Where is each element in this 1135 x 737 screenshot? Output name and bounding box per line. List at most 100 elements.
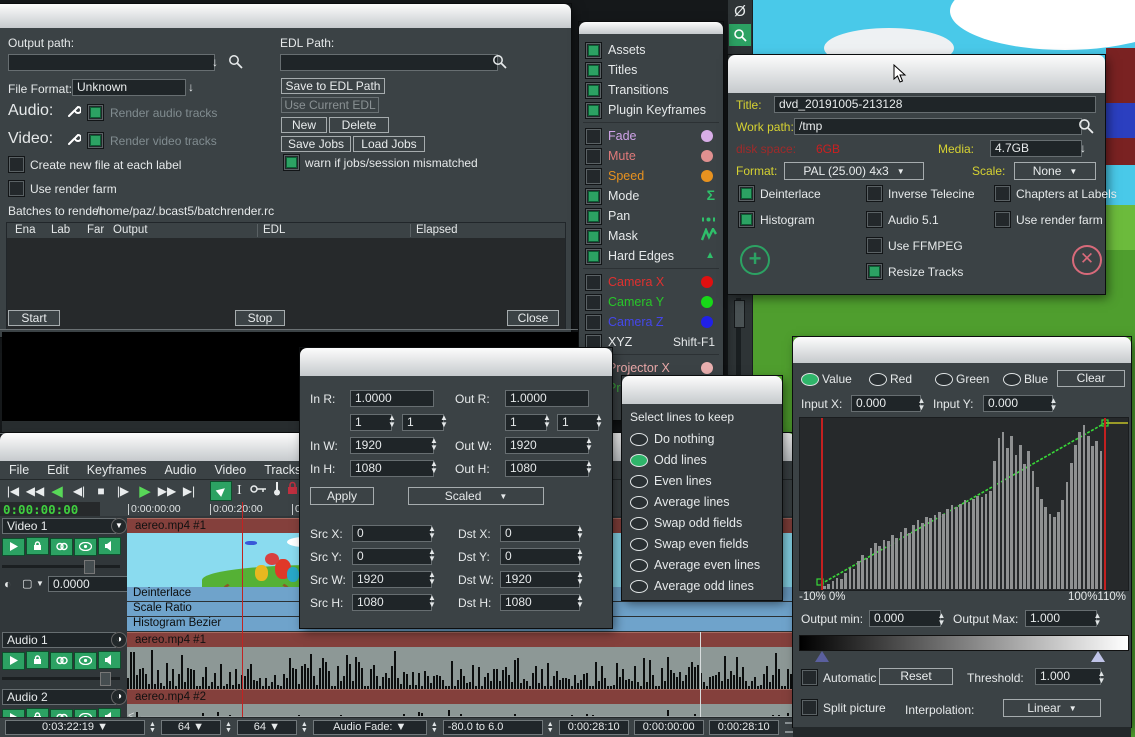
overlay-item-titles[interactable]: Titles [579,60,723,80]
play-toggle[interactable] [2,652,25,670]
column-divider[interactable] [410,224,411,237]
ibeam-tool-icon[interactable]: I [237,483,242,499]
track-name-audio2[interactable]: Audio 2 [2,689,116,705]
save-to-edl-button[interactable]: Save to EDL Path [281,78,385,94]
overlay-checkbox[interactable] [585,62,602,79]
overlay-item-plugin-keyframes[interactable]: Plugin Keyframes [579,100,723,120]
batch-table-body[interactable] [7,238,565,329]
lines-option-swap-even-fields[interactable]: Swap even fields [630,535,778,553]
radio-icon[interactable] [630,559,648,572]
wrench-icon[interactable] [66,132,81,152]
output-max-spinner[interactable]: ▲▼ [1091,610,1104,627]
playhead[interactable] [242,502,243,737]
edl-path-input[interactable] [280,54,498,71]
spinner[interactable]: ▲▼ [428,548,436,565]
pan-knob-icon[interactable]: ◑ [111,689,127,705]
caret-icon[interactable]: ▼ [36,579,44,588]
delete-button[interactable]: Delete [329,117,389,133]
dst-h-field[interactable]: 1080 [500,594,580,611]
menu-file[interactable]: File [0,461,38,479]
channel-radio-green[interactable] [935,373,953,386]
overlay-item-mute[interactable]: Mute [579,146,723,166]
out-h-field[interactable]: 1080 [505,460,589,477]
output-max-field[interactable]: 1.000 [1025,610,1097,627]
close-button[interactable]: Close [507,310,559,326]
fade-range-field[interactable]: -80.0 to 6.0 [443,720,543,735]
lock-icon[interactable] [287,481,298,500]
spinner[interactable]: ▲▼ [440,414,448,431]
lines-option-average-even-lines[interactable]: Average even lines [630,556,778,574]
down-arrow-icon[interactable]: ↓ [1080,141,1086,155]
output-min-slider[interactable] [815,651,829,662]
threshold-spinner[interactable]: ▲▼ [1095,668,1108,685]
input-y-spinner[interactable]: ▲▼ [1047,395,1060,412]
audio-fade-combo[interactable]: Audio Fade: ▼ [313,720,427,735]
overlay-checkbox[interactable] [585,148,602,165]
audio1-waveform[interactable] [127,647,795,689]
pan-knob-icon[interactable]: ◑ [111,632,127,648]
spinner[interactable]: ▲▼ [543,414,551,431]
popup-titlebar[interactable] [622,376,782,405]
play-reverse-button[interactable]: ◀ [46,481,68,501]
out-r-den-field[interactable]: 1 [557,414,599,431]
audio-fade-spinner[interactable]: ▲▼ [431,722,438,734]
spinner[interactable]: ▲▼ [585,437,593,454]
overlay-item-assets[interactable]: Assets [579,40,723,60]
overlay-checkbox[interactable] [585,168,602,185]
play-toggle[interactable] [2,538,25,556]
gang-toggle[interactable] [50,652,73,670]
lines-option-swap-odd-fields[interactable]: Swap odd fields [630,514,778,532]
overlay-checkbox[interactable] [585,274,602,291]
label-key-icon[interactable] [250,482,267,500]
add-icon[interactable]: + [740,245,770,275]
track-h-spinner[interactable]: ▲▼ [225,722,232,734]
radio-icon[interactable] [630,580,648,593]
spinner[interactable]: ▲▼ [576,548,584,565]
end-button[interactable]: ▶| [178,481,200,501]
audio1-clip-titlebar[interactable]: aereo.mp4 #1 [127,632,795,648]
spinner[interactable]: ▲▼ [576,594,584,611]
thermometer-icon[interactable] [273,481,281,501]
spinner[interactable]: ▲▼ [576,525,584,542]
track-name-audio1[interactable]: Audio 1 [2,632,116,648]
menu-audio[interactable]: Audio [155,461,205,479]
overlay-item-transitions[interactable]: Transitions [579,80,723,100]
out-r-field[interactable]: 1.0000 [505,390,589,407]
batch-column-header[interactable]: Far [87,224,104,236]
in-r-num-field[interactable]: 1 [350,414,392,431]
overlay-checkbox[interactable] [585,294,602,311]
batch-column-header[interactable]: Lab [51,224,70,236]
start-button[interactable]: Start [8,310,60,326]
selection-start-field[interactable]: 0:00:28:10 [559,720,629,735]
lines-option-odd-lines[interactable]: Odd lines [630,451,778,469]
dvd-checkbox-chapters-at-labels[interactable] [994,185,1011,202]
menu-keyframes[interactable]: Keyframes [78,461,156,479]
lines-option-do-nothing[interactable]: Do nothing [630,430,778,448]
contrast-icon[interactable]: ◐ [4,577,11,591]
spinner[interactable]: ▲▼ [595,414,603,431]
batch-render-titlebar[interactable] [0,4,571,29]
overlay-item-camera-x[interactable]: Camera X [579,272,723,292]
duration-combo[interactable]: 0:03:22:19 ▼ [5,720,145,735]
batch-column-header[interactable]: Output [113,224,148,236]
in-w-field[interactable]: 1920 [350,437,434,454]
src-y-field[interactable]: 0 [352,548,432,565]
mute-toggle[interactable] [98,537,121,555]
track-slider-video1[interactable] [2,560,120,572]
duration-spinner[interactable]: ▲▼ [149,722,156,734]
track-slider-audio1[interactable] [2,672,120,684]
spinner[interactable]: ▲▼ [428,594,436,611]
mute-toggle[interactable] [98,651,121,669]
menu-edit[interactable]: Edit [38,461,78,479]
close-x-icon[interactable]: ✕ [1072,245,1102,275]
channel-radio-red[interactable] [869,373,887,386]
expander-icon[interactable]: ▼ [111,518,127,534]
src-h-field[interactable]: 1080 [352,594,432,611]
arm-lock-toggle[interactable] [26,651,49,669]
overlay-item-camera-z[interactable]: Camera Z [579,312,723,332]
threshold-field[interactable]: 1.000 [1035,668,1101,685]
zoom-icon[interactable] [729,24,751,46]
overlay-item-mask[interactable]: Mask [579,226,723,246]
scale-titlebar[interactable] [300,348,612,377]
arm-lock-toggle[interactable] [26,537,49,555]
